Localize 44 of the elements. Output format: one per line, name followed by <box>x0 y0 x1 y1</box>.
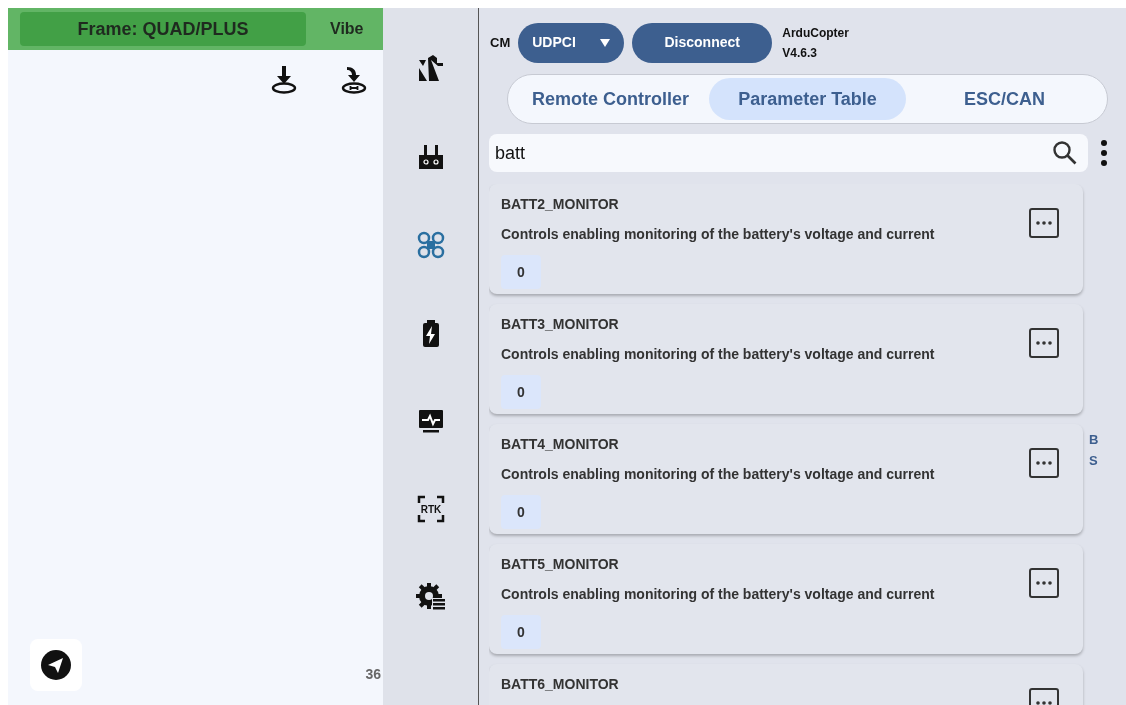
tab[interactable]: ESC/CAN <box>906 78 1103 120</box>
tab[interactable]: Parameter Table <box>709 78 906 120</box>
parameter-description: Controls enabling monitoring of the battery's voltage and current <box>501 585 936 604</box>
more-options-icon[interactable] <box>1029 448 1059 478</box>
parameter-value[interactable]: 0 <box>501 375 541 409</box>
settings-icon[interactable] <box>415 582 446 612</box>
land-icon[interactable] <box>269 64 299 94</box>
vibe-label: Vibe <box>330 19 364 39</box>
parameter-name: BATT3_MONITOR <box>501 316 620 332</box>
parameter-name: BATT2_MONITOR <box>501 196 620 212</box>
parameter-value[interactable]: 0 <box>501 495 541 529</box>
disconnect-button[interactable]: Disconnect <box>632 22 773 63</box>
side-label: BS <box>1089 431 1100 470</box>
parameter-card[interactable]: BATT2_MONITOR Controls enabling monitoring of the battery's voltage and current 0 <box>489 184 1083 294</box>
more-options-icon[interactable] <box>1029 328 1059 358</box>
return-home-icon[interactable] <box>339 64 369 94</box>
firmware-name: ArduCopter <box>782 24 849 42</box>
more-icon[interactable] <box>1100 139 1108 167</box>
parameter-value[interactable]: 0 <box>501 255 541 289</box>
connection-label: CM <box>490 33 511 52</box>
more-options-icon[interactable] <box>1029 208 1059 238</box>
battery-percent: 36 <box>365 665 381 684</box>
paper-plane-icon <box>40 649 72 681</box>
firmware-version: V4.6.3 <box>782 44 818 62</box>
parameter-description: Controls enabling monitoring of the battery's voltage and current <box>501 225 936 244</box>
parameter-description: Controls enabling monitoring of the battery's voltage and current <box>501 465 936 484</box>
port-dropdown[interactable]: UDPCI <box>518 22 625 63</box>
parameter-name: BATT4_MONITOR <box>501 436 620 452</box>
more-options-icon[interactable] <box>1029 568 1059 598</box>
parameter-card[interactable]: BATT5_MONITOR Controls enabling monitoring of the battery's voltage and current 0 <box>489 544 1083 654</box>
search-icon[interactable] <box>1052 140 1078 166</box>
drone-icon[interactable] <box>415 230 446 260</box>
parameter-name: BATT5_MONITOR <box>501 556 620 572</box>
search-field[interactable]: batt <box>489 134 1088 172</box>
parameter-description: Controls enabling monitoring of the battery's voltage and current <box>501 345 936 364</box>
parameter-name: BATT6_MONITOR <box>501 676 620 692</box>
parameter-card[interactable]: BATT4_MONITOR Controls enabling monitoring of the battery's voltage and current 0 <box>489 424 1083 534</box>
send-button[interactable] <box>30 639 82 691</box>
parameter-value[interactable]: 0 <box>501 615 541 649</box>
dropdown-caret-icon <box>600 38 611 47</box>
parameter-card[interactable]: BATT6_MONITOR <box>489 664 1083 705</box>
frame-label: Frame: QUAD/PLUS <box>20 12 306 46</box>
tab[interactable]: Remote Controller <box>512 78 709 120</box>
parameter-card[interactable]: BATT3_MONITOR Controls enabling monitoring of the battery's voltage and current 0 <box>489 304 1083 414</box>
